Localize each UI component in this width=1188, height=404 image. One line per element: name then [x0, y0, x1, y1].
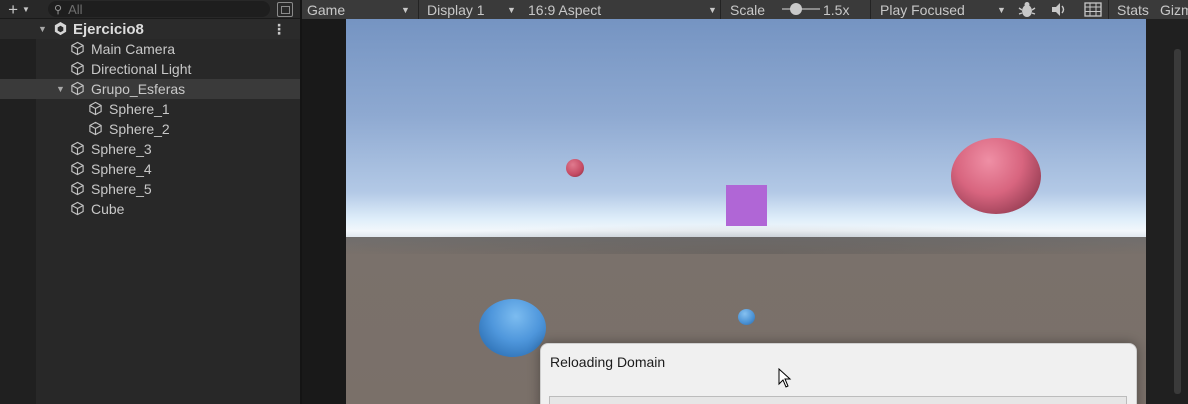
cube-icon — [71, 141, 84, 156]
scale-value: 1.5x — [823, 0, 849, 19]
hierarchy-search[interactable]: ⚲ — [48, 1, 270, 17]
horizon-shadow — [346, 224, 1146, 254]
hierarchy-toolbar: + ▼ ⚲ — [0, 0, 300, 19]
hierarchy-item[interactable]: Main Camera — [0, 39, 300, 59]
toolbar-divider — [870, 0, 871, 19]
scene-row[interactable]: ▼ Ejercicio8 ⋮ — [0, 19, 300, 39]
fold-arrow-icon[interactable]: ▼ — [38, 24, 47, 34]
chevron-down-icon: ▼ — [997, 4, 1006, 15]
hierarchy-item[interactable]: Cube — [0, 199, 300, 219]
hierarchy-item-label: Directional Light — [91, 61, 192, 77]
play-mode-label: Play Focused — [880, 1, 965, 18]
speaker-icon[interactable] — [1050, 2, 1068, 17]
scrollbar-thumb[interactable] — [1174, 49, 1181, 394]
game-toolbar: Game ▼ Display 1 ▼ 16:9 Aspect ▼ Scale 1… — [302, 0, 1188, 19]
reloading-domain-dialog: Reloading Domain — [540, 343, 1137, 404]
cube-icon — [71, 201, 84, 216]
display-select-label: Display 1 — [427, 1, 485, 18]
chevron-down-icon: ▼ — [507, 4, 516, 15]
cube-icon — [89, 101, 102, 116]
play-mode-select[interactable]: Play Focused ▼ — [880, 0, 1010, 19]
display-select[interactable]: Display 1 ▼ — [427, 0, 517, 19]
mouse-cursor-icon — [778, 368, 792, 388]
cube-icon — [71, 61, 84, 76]
plus-icon: + — [8, 0, 18, 19]
purple-cube — [726, 185, 767, 226]
chevron-down-icon: ▼ — [22, 4, 30, 14]
pink-sphere-large — [951, 138, 1041, 214]
scene-menu-icon[interactable]: ⋮ — [272, 21, 286, 38]
hierarchy-item-label: Main Camera — [91, 41, 176, 57]
hierarchy-search-input[interactable] — [68, 1, 219, 17]
cube-icon — [71, 81, 84, 96]
add-object-button[interactable]: + ▼ — [0, 0, 38, 19]
chevron-down-icon: ▼ — [708, 4, 717, 15]
view-select-label: Game — [307, 1, 346, 18]
cube-icon — [89, 121, 102, 136]
gizmos-button[interactable]: Gizmos — [1160, 0, 1188, 19]
unity-scene-icon — [54, 21, 67, 36]
scale-label: Scale — [730, 0, 765, 19]
scale-slider[interactable] — [782, 3, 820, 15]
cube-icon — [71, 161, 84, 176]
bug-icon[interactable] — [1018, 1, 1036, 18]
hierarchy-item-label: Sphere_2 — [109, 121, 170, 137]
aspect-select-label: 16:9 Aspect — [528, 1, 602, 18]
hierarchy-item-label: Sphere_1 — [109, 101, 170, 117]
stats-label: Stats — [1117, 1, 1149, 18]
vertical-scrollbar[interactable] — [1146, 19, 1188, 404]
cube-icon — [71, 41, 84, 56]
scale-slider-handle[interactable] — [790, 3, 802, 15]
toolbar-divider — [720, 0, 721, 19]
hierarchy-options-icon[interactable] — [277, 2, 293, 17]
hierarchy-tree: ▼ Ejercicio8 ⋮ Main Camera Directional L… — [0, 19, 300, 219]
hierarchy-item[interactable]: Sphere_4 — [0, 159, 300, 179]
scene-name: Ejercicio8 — [73, 20, 144, 38]
hierarchy-item[interactable]: Sphere_3 — [0, 139, 300, 159]
blue-sphere-small — [738, 309, 755, 325]
view-select[interactable]: Game ▼ — [307, 0, 415, 19]
hierarchy-item-label: Sphere_3 — [91, 141, 152, 157]
hierarchy-item-label: Sphere_5 — [91, 181, 152, 197]
hierarchy-item[interactable]: Sphere_5 — [0, 179, 300, 199]
pink-sphere-small — [566, 159, 584, 177]
chevron-down-icon: ▼ — [401, 4, 410, 15]
hierarchy-item-label: Cube — [91, 201, 125, 217]
stats-button[interactable]: Stats — [1117, 0, 1149, 19]
toolbar-divider — [1108, 0, 1109, 19]
dialog-title: Reloading Domain — [550, 354, 666, 370]
scale-value-text: 1.5x — [823, 1, 850, 18]
hierarchy-item[interactable]: Sphere_1 — [0, 99, 300, 119]
search-icon: ⚲ — [54, 3, 63, 16]
gizmos-label: Gizmos — [1160, 1, 1188, 18]
scale-label-text: Scale — [730, 1, 766, 18]
grid-icon[interactable] — [1084, 2, 1102, 17]
aspect-select[interactable]: 16:9 Aspect ▼ — [528, 0, 718, 19]
hierarchy-panel: + ▼ ⚲ ▼ Ejercicio8 ⋮ Main Camera Directi… — [0, 0, 300, 404]
toolbar-divider — [418, 0, 419, 19]
fold-arrow-icon[interactable]: ▼ — [56, 84, 65, 94]
hierarchy-item[interactable]: ▼ Grupo_Esferas — [0, 79, 300, 99]
cube-icon — [71, 181, 84, 196]
blue-sphere-large — [479, 299, 546, 357]
hierarchy-item[interactable]: Sphere_2 — [0, 119, 300, 139]
hierarchy-item-label: Sphere_4 — [91, 161, 152, 177]
progress-bar — [549, 396, 1127, 404]
hierarchy-item[interactable]: Directional Light — [0, 59, 300, 79]
hierarchy-item-label: Grupo_Esferas — [91, 81, 186, 97]
